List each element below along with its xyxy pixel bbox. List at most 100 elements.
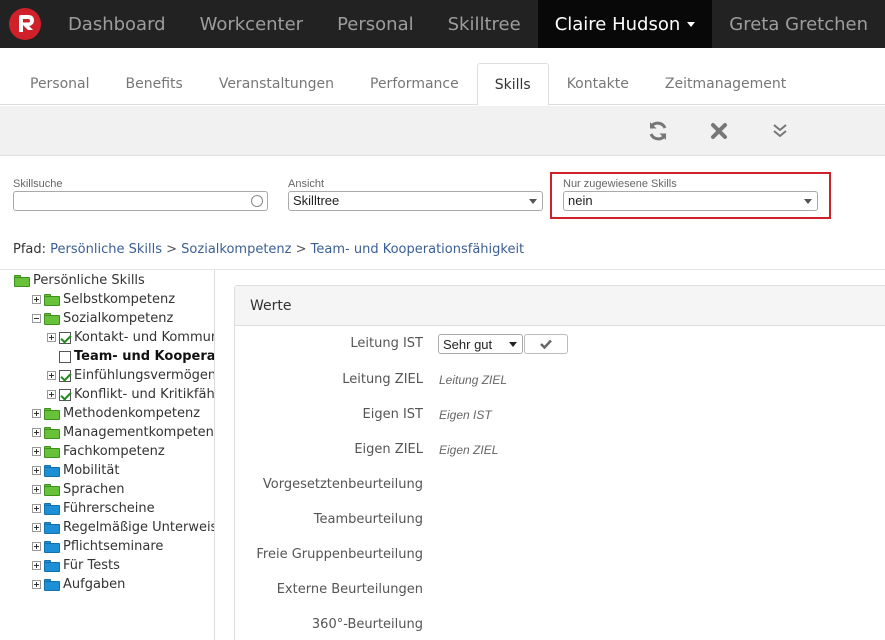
expand-icon[interactable] xyxy=(32,504,41,513)
nav-personal[interactable]: Personal xyxy=(320,0,431,48)
field-label: Externe Beurteilungen xyxy=(276,582,423,597)
field-label: Eigen IST xyxy=(362,407,423,422)
tab-performance[interactable]: Performance xyxy=(352,63,477,105)
folder-icon xyxy=(44,312,60,325)
breadcrumb-item[interactable]: Team- und Kooperationsfähigkeit xyxy=(311,242,524,257)
breadcrumb-item[interactable]: Persönliche Skills xyxy=(50,242,162,257)
expand-icon[interactable] xyxy=(32,466,41,475)
tab-zeitmanagement[interactable]: Zeitmanagement xyxy=(647,63,804,105)
tree-item[interactable]: Selbstkompetenz xyxy=(32,290,175,309)
nav-dashboard[interactable]: Dashboard xyxy=(51,0,183,48)
expand-icon[interactable] xyxy=(32,561,41,570)
nav-user-menu[interactable]: Claire Hudson xyxy=(537,0,713,48)
select-value: Sehr gut xyxy=(443,337,493,352)
field-row: Teambeurteilung xyxy=(235,510,885,530)
skill-search-input[interactable] xyxy=(13,191,268,211)
field-label: Eigen ZIEL xyxy=(354,442,423,457)
field-value[interactable]: Eigen IST xyxy=(439,408,492,422)
folder-icon xyxy=(44,502,60,515)
double-chevron-down-icon[interactable] xyxy=(767,118,793,144)
tree-label: Sozialkompetenz xyxy=(63,311,174,326)
checkbox-checked-icon[interactable] xyxy=(59,331,71,344)
breadcrumb-item[interactable]: Sozialkompetenz xyxy=(181,242,291,257)
folder-icon xyxy=(44,521,60,534)
tree-item[interactable]: Einfühlungsvermögen xyxy=(47,366,215,385)
close-icon[interactable] xyxy=(706,118,732,144)
view-select[interactable]: Skilltree xyxy=(288,191,543,211)
folder-icon xyxy=(44,445,60,458)
tree-label: Einfühlungsvermögen xyxy=(74,368,215,383)
tree-label: Für Tests xyxy=(63,558,120,573)
expand-icon[interactable] xyxy=(32,580,41,589)
tree-item[interactable]: Managementkompetenz xyxy=(32,423,214,442)
nav-skilltree[interactable]: Skilltree xyxy=(431,0,538,48)
tree-item[interactable]: Pflichtseminare xyxy=(32,537,163,556)
tree-label: Team- und Kooperati xyxy=(74,349,215,364)
expand-icon[interactable] xyxy=(32,542,41,551)
app-logo[interactable] xyxy=(0,0,51,48)
top-navbar: Dashboard Workcenter Personal Skilltree … xyxy=(0,0,885,48)
tab-skills[interactable]: Skills xyxy=(476,63,549,106)
tree-label: Methodenkompetenz xyxy=(63,406,201,421)
nav-workcenter[interactable]: Workcenter xyxy=(183,0,321,48)
leitung-ist-select[interactable]: Sehr gut xyxy=(438,334,523,354)
tab-veranstaltungen[interactable]: Veranstaltungen xyxy=(201,63,352,105)
tree-root[interactable]: Persönliche Skills xyxy=(14,271,145,290)
expand-icon[interactable] xyxy=(47,390,56,399)
refresh-icon[interactable] xyxy=(645,118,671,144)
tab-kontakte[interactable]: Kontakte xyxy=(549,63,647,105)
panel-title: Werte xyxy=(235,286,885,326)
tree-label: Regelmäßige Unterweisu xyxy=(63,520,215,535)
tree-item-selected[interactable]: Team- und Kooperati xyxy=(47,347,215,366)
field-row: Eigen ZIEL Eigen ZIEL xyxy=(235,440,885,460)
expand-icon[interactable] xyxy=(32,295,41,304)
tree-item[interactable]: Regelmäßige Unterweisu xyxy=(32,518,215,537)
collapse-icon[interactable] xyxy=(32,314,41,323)
tree-item[interactable]: Aufgaben xyxy=(32,575,125,594)
expand-icon[interactable] xyxy=(32,447,41,456)
tree-item[interactable]: Führerscheine xyxy=(32,499,155,518)
tree-item[interactable]: Sprachen xyxy=(32,480,124,499)
tree-item[interactable]: Konflikt- und Kritikfäh xyxy=(47,385,215,404)
expand-icon[interactable] xyxy=(32,409,41,418)
tree-label: Fachkompetenz xyxy=(63,444,165,459)
tree-item[interactable]: Für Tests xyxy=(32,556,120,575)
tab-benefits[interactable]: Benefits xyxy=(108,63,201,105)
assigned-skills-select[interactable]: nein xyxy=(563,191,818,211)
expand-icon[interactable] xyxy=(47,371,56,380)
tree-item[interactable]: Mobilität xyxy=(32,461,119,480)
tree-label: Konflikt- und Kritikfäh xyxy=(74,387,215,402)
tree-item[interactable]: Kontakt- und Kommun xyxy=(47,328,215,347)
tree-label: Pflichtseminare xyxy=(63,539,164,554)
expand-icon[interactable] xyxy=(32,485,41,494)
expand-icon[interactable] xyxy=(32,523,41,532)
field-value[interactable]: Leitung ZIEL xyxy=(439,373,507,387)
field-value[interactable]: Eigen ZIEL xyxy=(439,443,498,457)
tree-item[interactable]: Sozialkompetenz xyxy=(32,309,173,328)
tree-label: Kontakt- und Kommun xyxy=(74,330,215,345)
assigned-skills-value: nein xyxy=(568,193,593,208)
folder-icon xyxy=(44,426,60,439)
field-row: Externe Beurteilungen xyxy=(235,580,885,600)
expand-icon[interactable] xyxy=(47,333,56,342)
folder-icon xyxy=(44,578,60,591)
field-label: Vorgesetztenbeurteilung xyxy=(262,477,423,492)
tree-label: Aufgaben xyxy=(63,577,126,592)
nav-other-user[interactable]: Greta Gretchen xyxy=(712,0,885,48)
checkbox-checked-icon[interactable] xyxy=(59,369,71,382)
field-label: Teambeurteilung xyxy=(313,512,423,527)
expand-icon[interactable] xyxy=(32,428,41,437)
checkbox-icon[interactable] xyxy=(59,350,71,363)
checkbox-checked-icon[interactable] xyxy=(59,388,71,401)
breadcrumb: Pfad: Persönliche Skills > Sozialkompete… xyxy=(13,242,524,257)
dropdown-arrow-icon xyxy=(529,199,537,204)
confirm-button[interactable] xyxy=(524,334,568,354)
logo-icon xyxy=(9,8,42,40)
tab-personal[interactable]: Personal xyxy=(12,63,108,105)
tree-item[interactable]: Methodenkompetenz xyxy=(32,404,200,423)
view-label: Ansicht xyxy=(288,178,325,190)
tree-item[interactable]: Fachkompetenz xyxy=(32,442,165,461)
field-row: Leitung ZIEL Leitung ZIEL xyxy=(235,370,885,390)
skill-tree: Persönliche Skills Selbstkompetenz Sozia… xyxy=(12,270,215,640)
field-row: Freie Gruppenbeurteilung xyxy=(235,545,885,565)
